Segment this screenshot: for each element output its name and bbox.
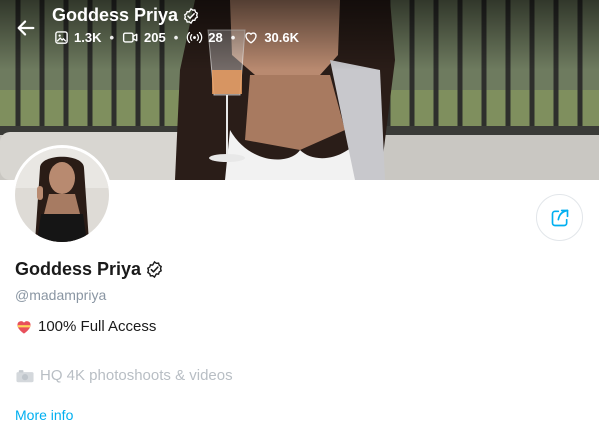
heart-icon: [245, 32, 258, 44]
top-bar: Goddess Priya 1.3K • 205 • 28 • 30.6K: [0, 0, 599, 60]
stat-photos-count: 1.3K: [74, 30, 102, 45]
verified-badge-icon: [147, 260, 163, 279]
bio-line-access: 100% Full Access: [15, 318, 156, 335]
back-button[interactable]: [10, 12, 42, 44]
avatar[interactable]: [12, 145, 112, 245]
video-icon: [122, 32, 138, 43]
separator-dot: •: [109, 30, 115, 45]
avatar-image: [15, 148, 109, 242]
stat-streams-count: 28: [208, 30, 223, 45]
stat-streams: 28: [186, 30, 223, 45]
stat-videos-count: 205: [144, 30, 166, 45]
share-icon: [551, 209, 568, 226]
profile-name: Goddess Priya: [15, 259, 142, 279]
separator-dot: •: [230, 30, 236, 45]
header-title: Goddess Priya: [52, 5, 179, 25]
image-icon: [55, 31, 68, 44]
camera-emoji-icon: [16, 369, 34, 382]
bio-text-hq: HQ 4K photoshoots & videos: [40, 367, 233, 384]
stat-photos: 1.3K: [54, 30, 101, 45]
header-title-row: Goddess Priya: [52, 5, 200, 26]
arrow-left-icon: [17, 20, 35, 36]
stat-videos: 205: [122, 30, 166, 45]
profile-handle: @madampriya: [15, 287, 107, 303]
profile-name-row: Goddess Priya: [15, 259, 164, 280]
bio-line-hq: HQ 4K photoshoots & videos: [15, 367, 233, 384]
stat-likes: 30.6K: [243, 30, 299, 45]
broadcast-icon: [187, 31, 203, 44]
stat-likes-count: 30.6K: [264, 30, 300, 45]
separator-dot: •: [173, 30, 179, 45]
verified-badge-icon: [183, 7, 199, 24]
avatar-photo: [15, 148, 109, 242]
share-button[interactable]: [536, 194, 583, 241]
more-info-link[interactable]: More info: [15, 407, 73, 422]
profile-stats: 1.3K • 205 • 28 • 30.6K: [54, 30, 299, 45]
heart-emoji-icon: [17, 320, 31, 334]
bio-text-access: 100% Full Access: [38, 318, 157, 335]
